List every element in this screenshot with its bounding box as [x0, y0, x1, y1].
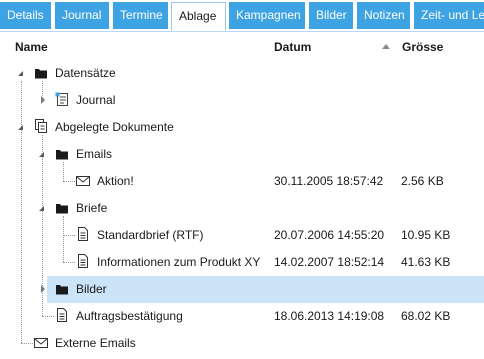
collapse-arrow-icon[interactable]	[41, 285, 45, 293]
file-size: 41.63 KB	[401, 255, 451, 269]
file-size: 2.56 KB	[401, 174, 444, 188]
tree-label: Emails	[76, 147, 113, 161]
expand-arrow-icon[interactable]	[39, 152, 44, 157]
tree-row-datensaetze[interactable]: Datensätze	[0, 60, 484, 87]
tree-label: Datensätze	[55, 66, 116, 80]
tree-row-emails[interactable]: Emails	[0, 141, 484, 168]
tree-row-externe-emails[interactable]: Externe Emails	[0, 330, 484, 357]
document-icon	[57, 308, 67, 322]
tab-ablage[interactable]: Ablage	[171, 2, 226, 31]
expand-arrow-icon[interactable]	[39, 206, 44, 211]
folder-icon	[56, 285, 68, 295]
journal-icon	[55, 92, 68, 106]
tab-bar: Details Journal Termine Ablage Kampagnen…	[0, 0, 484, 32]
tree-row-informationen[interactable]: Informationen zum Produkt XY 14.02.2007 …	[0, 249, 484, 276]
tree-row-standardbrief[interactable]: Standardbrief (RTF) 20.07.2006 14:55:20 …	[0, 222, 484, 249]
tree-label: Aktion!	[97, 174, 134, 188]
documents-icon	[35, 119, 47, 133]
document-icon	[78, 227, 88, 241]
column-header-name[interactable]: Name	[15, 40, 48, 54]
file-date: 30.11.2005 18:57:42	[274, 174, 384, 188]
tree-row-bilder-content: Bilder	[0, 276, 484, 303]
column-header-date[interactable]: Datum	[274, 40, 311, 54]
folder-icon	[35, 69, 47, 79]
tree-row-aktion[interactable]: Aktion! 30.11.2005 18:57:42 2.56 KB	[0, 168, 484, 195]
expand-arrow-icon[interactable]	[18, 71, 23, 76]
email-icon	[34, 338, 48, 348]
tree-row-auftragsbestaetigung[interactable]: Auftragsbestätigung 18.06.2013 14:19:08 …	[0, 303, 484, 330]
tree-label: Externe Emails	[55, 336, 136, 350]
tree-label: Bilder	[76, 282, 107, 296]
file-date: 14.02.2007 18:52:14	[274, 255, 385, 269]
folder-icon	[56, 150, 68, 160]
sort-ascending-icon	[382, 44, 390, 49]
tab-zeit-und-leistungen[interactable]: Zeit- und Le	[414, 2, 484, 29]
tree-label: Journal	[76, 93, 116, 107]
folder-icon	[56, 204, 68, 214]
tab-kampagnen[interactable]: Kampagnen	[229, 2, 305, 29]
tab-bilder[interactable]: Bilder	[309, 2, 353, 29]
tree-label: Informationen zum Produkt XY	[97, 255, 261, 269]
tree-label: Briefe	[76, 201, 108, 215]
file-size: 10.95 KB	[401, 228, 451, 242]
file-date: 18.06.2013 14:19:08	[274, 309, 385, 323]
column-header-size[interactable]: Grösse	[402, 40, 443, 54]
collapse-arrow-icon[interactable]	[41, 96, 45, 104]
tab-details[interactable]: Details	[0, 2, 51, 29]
tab-notizen[interactable]: Notizen	[357, 2, 410, 29]
tree-label: Auftragsbestätigung	[76, 309, 183, 323]
file-size: 68.02 KB	[401, 309, 451, 323]
email-icon	[76, 176, 90, 186]
tree-row-briefe[interactable]: Briefe	[0, 195, 484, 222]
expand-arrow-icon[interactable]	[18, 125, 23, 130]
tree-row-journal[interactable]: Journal	[0, 87, 484, 114]
document-icon	[78, 254, 88, 268]
tree-row-abgelegte-dokumente[interactable]: Abgelegte Dokumente	[0, 114, 484, 141]
file-date: 20.07.2006 14:55:20	[274, 228, 385, 242]
tree-label: Standardbrief (RTF)	[97, 228, 204, 242]
tab-termine[interactable]: Termine	[113, 2, 168, 29]
tree-label: Abgelegte Dokumente	[55, 120, 174, 134]
tab-journal[interactable]: Journal	[55, 2, 109, 29]
